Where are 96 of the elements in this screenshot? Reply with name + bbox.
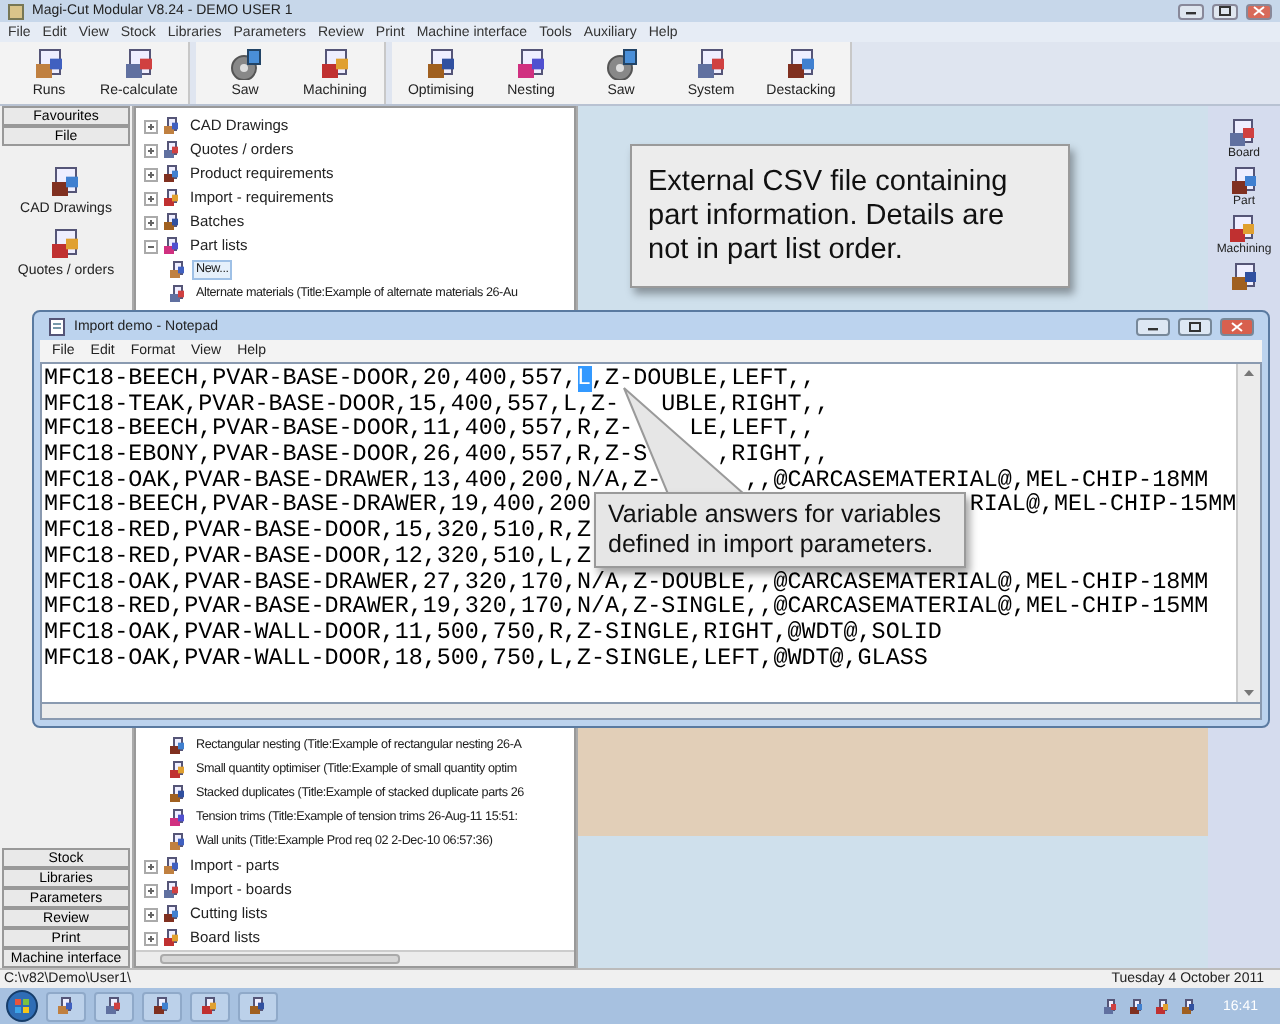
document-icon: [162, 140, 182, 160]
minimize-icon: [1184, 6, 1198, 16]
expand-icon[interactable]: [144, 191, 158, 205]
up-arrow-icon: [1242, 368, 1256, 378]
horizontal-scrollbar[interactable]: [136, 950, 574, 966]
document-icon: [1228, 118, 1259, 148]
document-icon: [162, 880, 182, 900]
expand-icon[interactable]: [144, 907, 158, 921]
document-icon: [50, 166, 82, 198]
text-line: MFC18-BEECH,PVAR-BASE-DOOR,20,400,557,: [44, 366, 578, 392]
document-icon: [162, 212, 182, 232]
maximize-icon: [1188, 321, 1202, 331]
expand-icon[interactable]: [144, 931, 158, 945]
document-icon: [162, 164, 182, 184]
text-line: MFC18-BEECH,PVAR-BASE-DOOR,11,400,557,R,Z-: [44, 416, 634, 443]
taskbar-button[interactable]: [238, 991, 278, 1021]
collapse-icon[interactable]: [144, 239, 158, 253]
document-icon: [1180, 997, 1199, 1015]
expand-icon[interactable]: [144, 167, 158, 181]
notepad-icon: [48, 317, 66, 335]
document-icon: [162, 856, 182, 876]
document-icon: [785, 48, 817, 80]
start-orb-icon: [6, 990, 38, 1022]
callout-box: External CSV file containing part information. Details are not in part list order.: [630, 144, 1070, 288]
document-icon: [1229, 262, 1259, 292]
minimize-button[interactable]: [1136, 317, 1170, 335]
document-icon: [168, 832, 188, 852]
document-icon: [168, 736, 188, 756]
expand-icon[interactable]: [144, 859, 158, 873]
taskbar-button[interactable]: [142, 991, 182, 1021]
app-icon: [8, 3, 24, 19]
text-line: ,Z-DOUBLE,LEFT,,: [591, 366, 816, 392]
document-icon: [152, 996, 172, 1016]
close-icon: [1252, 6, 1266, 16]
vertical-scrollbar[interactable]: [1236, 364, 1260, 702]
saw-blade-icon: [229, 48, 261, 80]
document-icon: [515, 48, 547, 80]
horizontal-scrollbar[interactable]: [40, 704, 1262, 720]
document-icon: [319, 48, 351, 80]
text-line: LE,LEFT,,: [689, 416, 816, 443]
selected-text: L: [577, 366, 592, 392]
minimize-button[interactable]: [1178, 3, 1204, 19]
text-line: ,RIGHT,,: [717, 442, 830, 468]
maximize-button[interactable]: [1212, 3, 1238, 19]
text-line: MFC18-RED,PVAR-BASE-DOOR,12,320,510,L,Z: [44, 543, 592, 570]
text-line: UBLE,RIGHT,,: [661, 391, 830, 417]
document-icon: [1102, 997, 1121, 1015]
document-icon: [168, 808, 188, 828]
maximize-button[interactable]: [1178, 317, 1212, 335]
document-icon: [248, 996, 268, 1016]
document-icon: [168, 284, 188, 304]
document-icon: [168, 760, 188, 780]
document-icon: [1229, 166, 1259, 196]
document-icon: [200, 996, 220, 1016]
document-icon: [56, 996, 76, 1016]
document-icon: [162, 116, 182, 136]
text-line: MFC18-TEAK,PVAR-BASE-DOOR,15,400,557,L,Z-: [44, 391, 620, 417]
text-line: MFC18-BEECH,PVAR-BASE-DRAWER,19,400,200: [44, 492, 592, 519]
document-icon: [162, 188, 182, 208]
close-button[interactable]: [1220, 317, 1254, 335]
document-icon: [162, 928, 182, 948]
text-line: MFC18-OAK,PVAR-WALL-DOOR,18,500,750,L,Z-SINGLE,LEFT,@WDT@,GLASS: [44, 645, 928, 671]
taskbar-button[interactable]: [46, 991, 86, 1021]
document-icon: [695, 48, 727, 80]
text-line: ,,@CARCASEMATERIAL@,MEL-CHIP-18MM: [745, 467, 1209, 493]
document-icon: [123, 48, 155, 80]
maximize-icon: [1218, 6, 1232, 16]
close-icon: [1230, 321, 1244, 331]
document-icon: [104, 996, 124, 1016]
text-line: MFC18-RED,PVAR-BASE-DRAWER,19,320,170,N/A,Z-SINGLE,,@CARCASEMATERIAL@,MEL-CHIP-15MM: [44, 594, 1209, 620]
text-line: MFC18-OAK,PVAR-BASE-DRAWER,13,400,200,N/A,Z-: [44, 467, 662, 493]
close-button[interactable]: [1246, 3, 1272, 19]
document-icon: [50, 228, 82, 260]
document-icon: [162, 236, 182, 256]
text-area[interactable]: [40, 362, 1262, 704]
saw-blade-icon: [605, 48, 637, 80]
text-line: RIAL@,MEL-CHIP-15MM: [969, 492, 1237, 519]
document-icon: [1154, 997, 1173, 1015]
text-line: MFC18-EBONY,PVAR-BASE-DOOR,26,400,557,R,Z-S: [44, 442, 648, 468]
expand-icon[interactable]: [144, 119, 158, 133]
text-line: MFC18-OAK,PVAR-WALL-DOOR,11,500,750,R,Z-SINGLE,RIGHT,@WDT@,SOLID: [44, 619, 942, 646]
expand-icon[interactable]: [144, 215, 158, 229]
text-line: MFC18-OAK,PVAR-BASE-DRAWER,27,320,170,N/A,Z-DOUBLE,,@CARCASEMATERIAL@,MEL-CHIP-18MM: [44, 569, 1209, 595]
document-icon: [162, 904, 182, 924]
taskbar-button[interactable]: [190, 991, 230, 1021]
document-icon: [425, 48, 457, 80]
document-icon: [168, 260, 188, 280]
document-icon: [1228, 214, 1259, 244]
expand-icon[interactable]: [144, 883, 158, 897]
text-line: MFC18-RED,PVAR-BASE-DOOR,15,320,510,R,Z: [44, 518, 592, 544]
document-icon: [1128, 997, 1147, 1015]
down-arrow-icon: [1242, 688, 1256, 698]
expand-icon[interactable]: [144, 143, 158, 157]
taskbar-button[interactable]: [94, 991, 134, 1021]
document-icon: [33, 48, 65, 80]
document-icon: [168, 784, 188, 804]
